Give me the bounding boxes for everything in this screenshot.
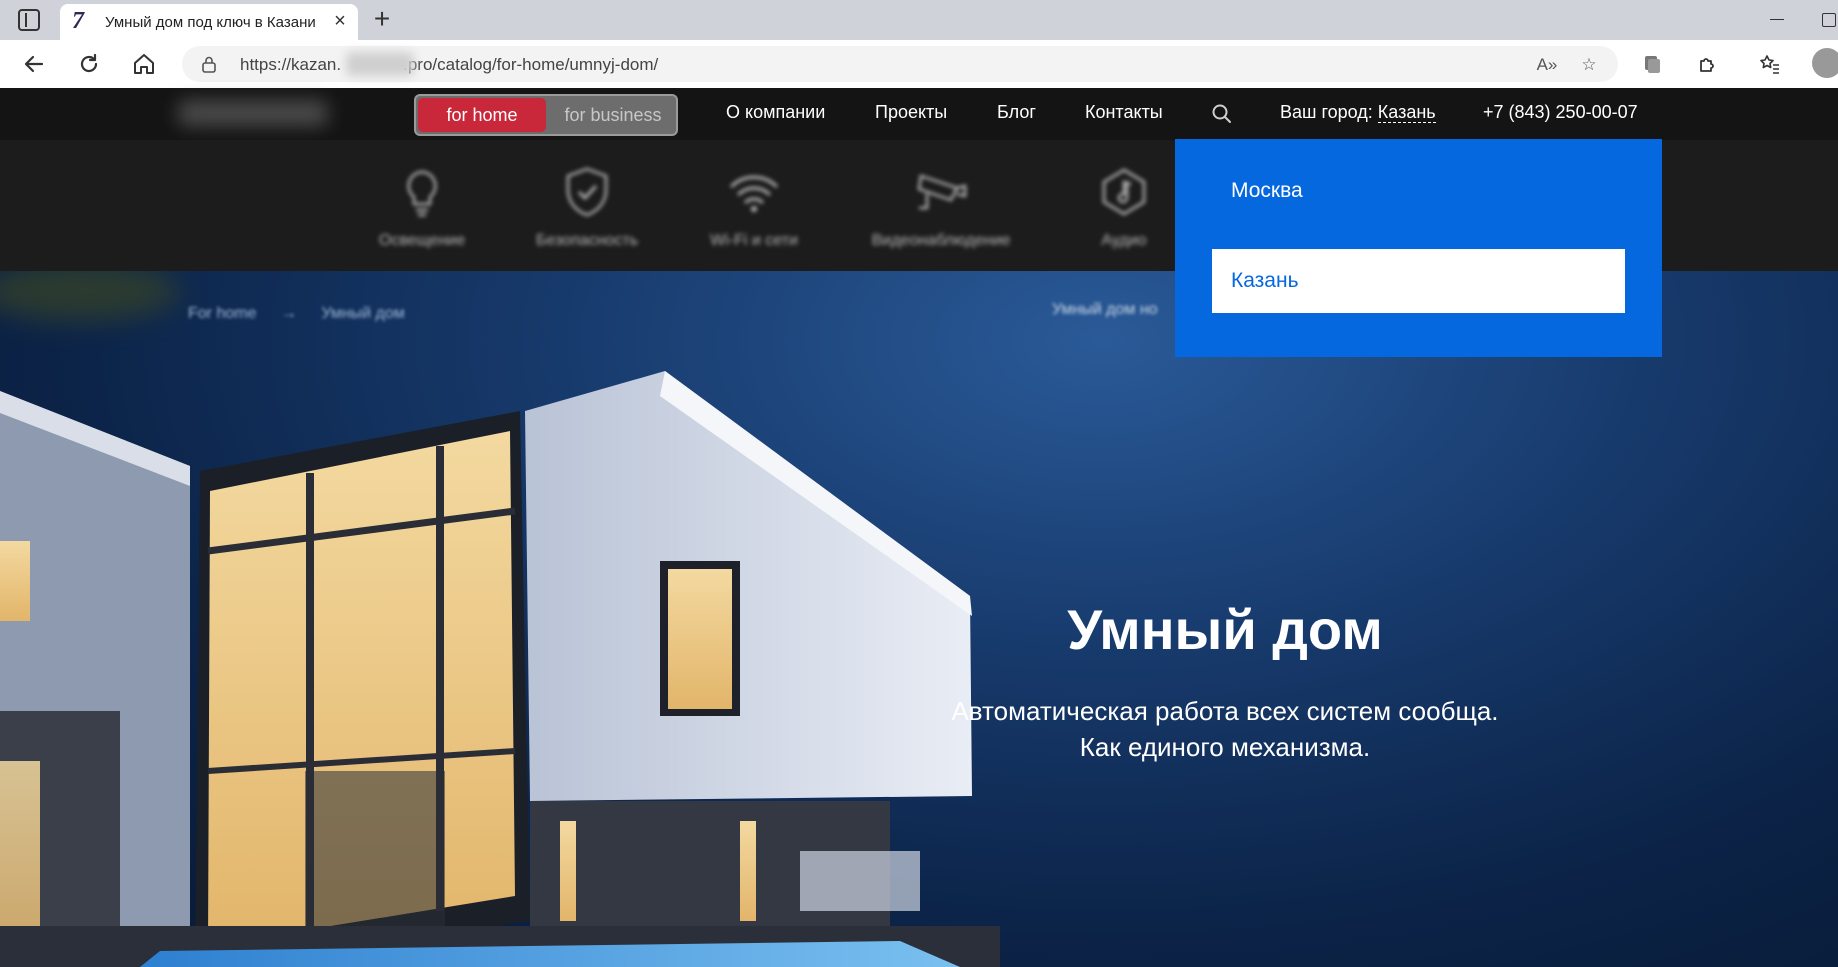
site-header: for home for business О компании Проекты… <box>0 88 1838 140</box>
wifi-icon <box>730 175 778 212</box>
city-selector[interactable]: Ваш город: Казань <box>1280 102 1436 126</box>
tree-foliage <box>0 271 180 321</box>
add-favorite-icon[interactable]: ☆ <box>1578 54 1600 76</box>
house-illustration <box>0 371 1000 967</box>
home-button[interactable] <box>130 50 158 78</box>
extensions-icon[interactable] <box>1696 52 1720 76</box>
nav-projects[interactable]: Проекты <box>875 102 947 126</box>
for-business-tab[interactable]: for business <box>552 98 674 132</box>
arrow-left-icon <box>24 55 44 73</box>
category-cctv[interactable]: Видеонаблюдение <box>866 164 1016 254</box>
url-redaction-blur <box>346 52 414 76</box>
category-label: Безопасность <box>535 232 639 249</box>
hero-title: Умный дом <box>1067 598 1383 661</box>
for-home-tab[interactable]: for home <box>418 98 546 132</box>
lock-icon[interactable] <box>200 55 218 73</box>
city-dropdown: Москва Казань <box>1175 139 1662 357</box>
breadcrumb-item[interactable]: For home <box>188 305 256 322</box>
nav-blog[interactable]: Блог <box>997 102 1036 126</box>
back-button[interactable] <box>20 50 48 78</box>
browser-tab-active[interactable]: 7 Умный дом под ключ в Казани × <box>60 4 358 40</box>
audience-switch: for home for business <box>414 94 678 136</box>
category-security[interactable]: Безопасность <box>512 164 662 254</box>
collections-icon[interactable] <box>1640 52 1664 76</box>
browser-tabstrip: 7 Умный дом под ключ в Казани × + <box>0 0 1838 40</box>
reload-icon <box>80 53 98 73</box>
new-tab-button[interactable]: + <box>368 4 396 34</box>
city-value[interactable]: Казань <box>1377 102 1436 123</box>
favorites-icon[interactable] <box>1758 52 1782 76</box>
city-option-moscow[interactable]: Москва <box>1212 159 1625 223</box>
breadcrumb-separator: → <box>280 305 297 322</box>
category-label: Wi-Fi и сети <box>710 232 798 249</box>
nav-about[interactable]: О компании <box>726 102 825 126</box>
camera-icon <box>917 174 967 210</box>
window-minimize-button[interactable] <box>1768 8 1788 28</box>
hero-side-text: Умный дом но <box>1052 301 1158 318</box>
sidebar-toggle-icon[interactable] <box>18 9 40 31</box>
tab-close-icon[interactable]: × <box>330 11 350 31</box>
window-maximize-button[interactable] <box>1822 13 1836 27</box>
category-label: Видеонаблюдение <box>871 232 1011 249</box>
hero-subtitle: Автоматическая работа всех систем сообща… <box>880 693 1570 765</box>
profile-avatar-icon[interactable] <box>1812 48 1838 78</box>
lightbulb-icon <box>407 170 437 217</box>
breadcrumb: For home → Умный дом <box>188 305 405 323</box>
hero-subtitle-line2: Как единого механизма. <box>1079 732 1371 762</box>
home-icon <box>134 54 154 74</box>
site-favicon-icon: 7 <box>72 8 84 34</box>
browser-toolbar: https://kazan. .pro/catalog/for-home/umny… <box>0 40 1838 88</box>
url-suffix: .pro/catalog/for-home/umnyj-dom/ <box>403 55 659 74</box>
search-icon[interactable] <box>1210 102 1234 126</box>
url-prefix: https://kazan. <box>240 55 342 74</box>
category-label: Освещение <box>378 232 466 249</box>
read-aloud-icon[interactable]: A» <box>1536 54 1558 76</box>
address-bar[interactable]: https://kazan. .pro/catalog/for-home/umny… <box>182 46 1618 82</box>
hero-section: For home → Умный дом Умный дом но Умный … <box>0 271 1838 967</box>
hero-subtitle-line1: Автоматическая работа всех систем сообща… <box>951 696 1499 726</box>
site-logo[interactable] <box>178 100 328 126</box>
music-icon <box>1102 168 1146 216</box>
reload-button[interactable] <box>75 50 103 78</box>
category-wifi[interactable]: Wi-Fi и сети <box>679 164 829 254</box>
city-option-kazan[interactable]: Казань <box>1212 249 1625 313</box>
phone-link[interactable]: +7 (843) 250-00-07 <box>1483 102 1638 126</box>
breadcrumb-item: Умный дом <box>321 305 405 322</box>
category-lighting[interactable]: Освещение <box>347 164 497 254</box>
shield-icon <box>566 167 608 217</box>
nav-contacts[interactable]: Контакты <box>1085 102 1163 126</box>
city-label: Ваш город: <box>1280 102 1373 122</box>
